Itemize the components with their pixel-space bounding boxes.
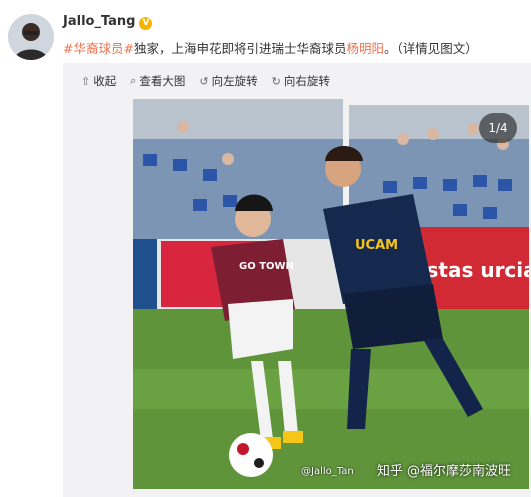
post-text-part2: 。（详情见图文） — [383, 41, 478, 56]
watermark-left: @Jallo_Tan — [301, 466, 354, 477]
media-panel: ⇧ 收起 ⌕ 查看大图 ↺ 向左旋转 ↻ 向右旋转 astas urcia GO… — [63, 63, 531, 497]
collapse-label: 收起 — [93, 74, 117, 88]
username[interactable]: Jallo_Tang V — [63, 14, 153, 30]
view-large-button[interactable]: ⌕ 查看大图 — [130, 73, 185, 89]
jersey-right-text: UCAM — [355, 238, 398, 253]
collapse-button[interactable]: ⇧ 收起 — [81, 73, 116, 89]
avatar[interactable] — [8, 14, 54, 60]
watermark-right: 知乎 @福尔摩莎南波旺 — [376, 464, 511, 479]
rotate-right-icon: ↻ — [271, 74, 281, 88]
collapse-icon: ⇧ — [81, 74, 91, 88]
jersey-left-text: GO TOWN — [239, 261, 294, 272]
rotate-right-button[interactable]: ↻ 向右旋转 — [272, 73, 330, 89]
magnifier-icon: ⌕ — [130, 74, 137, 87]
player-name-link[interactable]: 杨明阳 — [346, 41, 384, 56]
football-photo-illustration: astas urcia GO TOWN UCAM — [133, 99, 529, 489]
post-photo[interactable]: astas urcia GO TOWN UCAM 1/4 @Jallo_Tan … — [133, 99, 529, 489]
rotate-left-icon: ↺ — [199, 74, 209, 88]
view-large-label: 查看大图 — [139, 74, 186, 88]
rotate-left-button[interactable]: ↺ 向左旋转 — [199, 73, 257, 89]
hashtag-link[interactable]: #华裔球员# — [63, 41, 134, 56]
image-counter: 1/4 — [479, 113, 517, 143]
rotate-left-label: 向左旋转 — [211, 74, 258, 88]
rotate-right-label: 向右旋转 — [283, 74, 330, 88]
media-toolbar: ⇧ 收起 ⌕ 查看大图 ↺ 向左旋转 ↻ 向右旋转 — [63, 63, 531, 99]
post-text: #华裔球员#独家，上海申花即将引进瑞士华裔球员杨明阳。（详情见图文） — [63, 38, 478, 57]
post-text-part1: 独家，上海申花即将引进瑞士华裔球员 — [133, 41, 347, 56]
verified-badge-icon: V — [139, 17, 153, 30]
username-text[interactable]: Jallo_Tang — [63, 14, 135, 29]
